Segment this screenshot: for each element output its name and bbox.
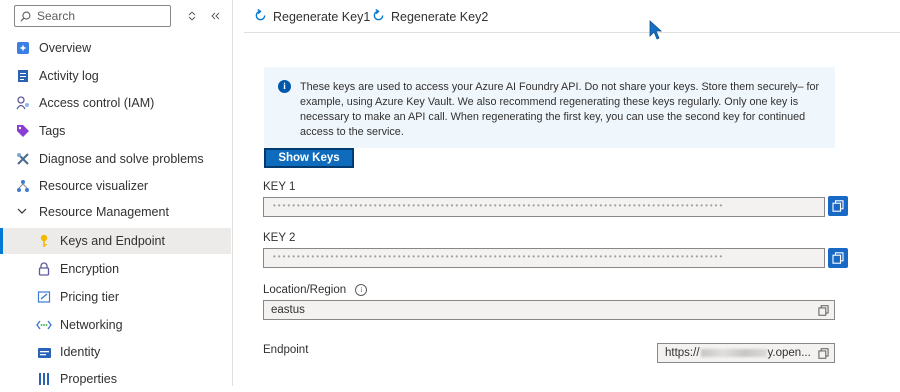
activity-log-icon <box>15 68 31 84</box>
refresh-icon <box>254 8 267 24</box>
copy-icon <box>832 200 844 212</box>
sidebar-item-identity[interactable]: Identity <box>0 339 231 365</box>
search-icon <box>20 11 31 22</box>
key-icon <box>36 233 52 249</box>
sidebar-item-label: Networking <box>60 318 123 332</box>
copy-key2-button[interactable] <box>828 248 848 268</box>
copy-icon <box>818 305 829 316</box>
wrench-icon <box>15 151 31 167</box>
info-icon: i <box>278 80 291 93</box>
search-box[interactable] <box>14 5 171 27</box>
sidebar-item-networking[interactable]: Networking <box>0 312 231 338</box>
collapse-sidebar-icon[interactable] <box>207 8 223 24</box>
sidebar-item-label: Resource visualizer <box>39 179 149 193</box>
overview-icon <box>15 40 31 56</box>
endpoint-prefix: https:// <box>665 347 700 359</box>
copy-icon <box>818 348 829 359</box>
identity-icon <box>36 344 52 360</box>
refresh-icon <box>372 8 385 24</box>
properties-icon <box>36 371 52 387</box>
sidebar-item-resource-visualizer[interactable]: Resource visualizer <box>0 173 231 199</box>
copy-key1-button[interactable] <box>828 196 848 216</box>
sidebar-item-properties[interactable]: Properties <box>0 366 231 392</box>
copy-location-button[interactable] <box>818 304 829 319</box>
networking-icon <box>36 317 52 333</box>
sidebar-item-encryption[interactable]: Encryption <box>0 256 231 282</box>
sidebar-item-overview[interactable]: Overview <box>0 35 231 61</box>
sidebar-item-keys-and-endpoint[interactable]: Keys and Endpoint <box>0 228 231 254</box>
sidebar-item-diagnose[interactable]: Diagnose and solve problems <box>0 146 231 172</box>
key2-field[interactable]: ••••••••••••••••••••••••••••••••••••••••… <box>263 248 825 268</box>
command-bar: Regenerate Key1 Regenerate Key2 <box>244 0 900 33</box>
location-field[interactable]: eastus <box>263 300 835 320</box>
copy-icon <box>832 252 844 264</box>
sidebar-item-label: Tags <box>39 124 66 138</box>
endpoint-label: Endpoint <box>263 344 309 356</box>
sidebar-item-label: Encryption <box>60 262 120 276</box>
key1-field[interactable]: ••••••••••••••••••••••••••••••••••••••••… <box>263 197 825 217</box>
sidebar-item-pricing-tier[interactable]: Pricing tier <box>0 284 231 310</box>
sidebar-item-label: Diagnose and solve problems <box>39 152 204 166</box>
sidebar-group-resource-management[interactable]: Resource Management <box>0 199 231 225</box>
sidebar-item-label: Activity log <box>39 69 99 83</box>
show-keys-button[interactable]: Show Keys <box>264 148 354 168</box>
sidebar-item-label: Overview <box>39 41 92 55</box>
lock-icon <box>36 261 52 277</box>
sidebar-item-label: Access control (IAM) <box>39 96 155 110</box>
endpoint-field[interactable]: https:// y.open... <box>657 343 835 363</box>
sidebar-group-label: Resource Management <box>39 205 169 219</box>
redacted-blur <box>700 348 767 357</box>
sidebar-item-access-control[interactable]: Access control (IAM) <box>0 90 231 116</box>
sidebar-item-label: Identity <box>60 345 101 359</box>
key2-label: KEY 2 <box>263 232 296 244</box>
key1-label: KEY 1 <box>263 181 296 193</box>
location-label: Location/Region <box>263 284 347 297</box>
sidebar-item-tags[interactable]: Tags <box>0 118 231 144</box>
sidebar-item-label: Keys and Endpoint <box>60 234 165 248</box>
pricing-tier-icon <box>36 289 52 305</box>
location-value: eastus <box>271 304 305 316</box>
info-icon[interactable]: i <box>355 284 368 296</box>
endpoint-suffix: y.open... <box>767 347 811 359</box>
location-label-row: Location/Region i <box>263 284 368 297</box>
info-banner: i These keys are used to access your Azu… <box>264 67 835 148</box>
regenerate-key2-label: Regenerate Key2 <box>391 9 489 24</box>
info-text: These keys are used to access your Azure… <box>300 81 820 138</box>
sidebar-item-activity-log[interactable]: Activity log <box>0 63 231 89</box>
sidebar: Overview Activity log Access control (IA… <box>0 0 233 386</box>
main-content: Regenerate Key1 Regenerate Key2 i These … <box>244 0 900 386</box>
regenerate-key1-button[interactable]: Regenerate Key1 <box>254 8 371 24</box>
expand-collapse-icon[interactable] <box>184 8 200 24</box>
tag-icon <box>15 123 31 139</box>
access-control-icon <box>15 95 31 111</box>
resource-visualizer-icon <box>15 178 31 194</box>
regenerate-key1-label: Regenerate Key1 <box>273 9 371 24</box>
sidebar-item-label: Properties <box>60 372 117 386</box>
sidebar-item-label: Pricing tier <box>60 290 120 304</box>
regenerate-key2-button[interactable]: Regenerate Key2 <box>372 8 489 24</box>
copy-endpoint-button[interactable] <box>818 347 829 362</box>
chevron-down-icon <box>17 206 29 219</box>
mouse-cursor-icon <box>649 20 663 40</box>
search-input[interactable] <box>35 8 159 24</box>
